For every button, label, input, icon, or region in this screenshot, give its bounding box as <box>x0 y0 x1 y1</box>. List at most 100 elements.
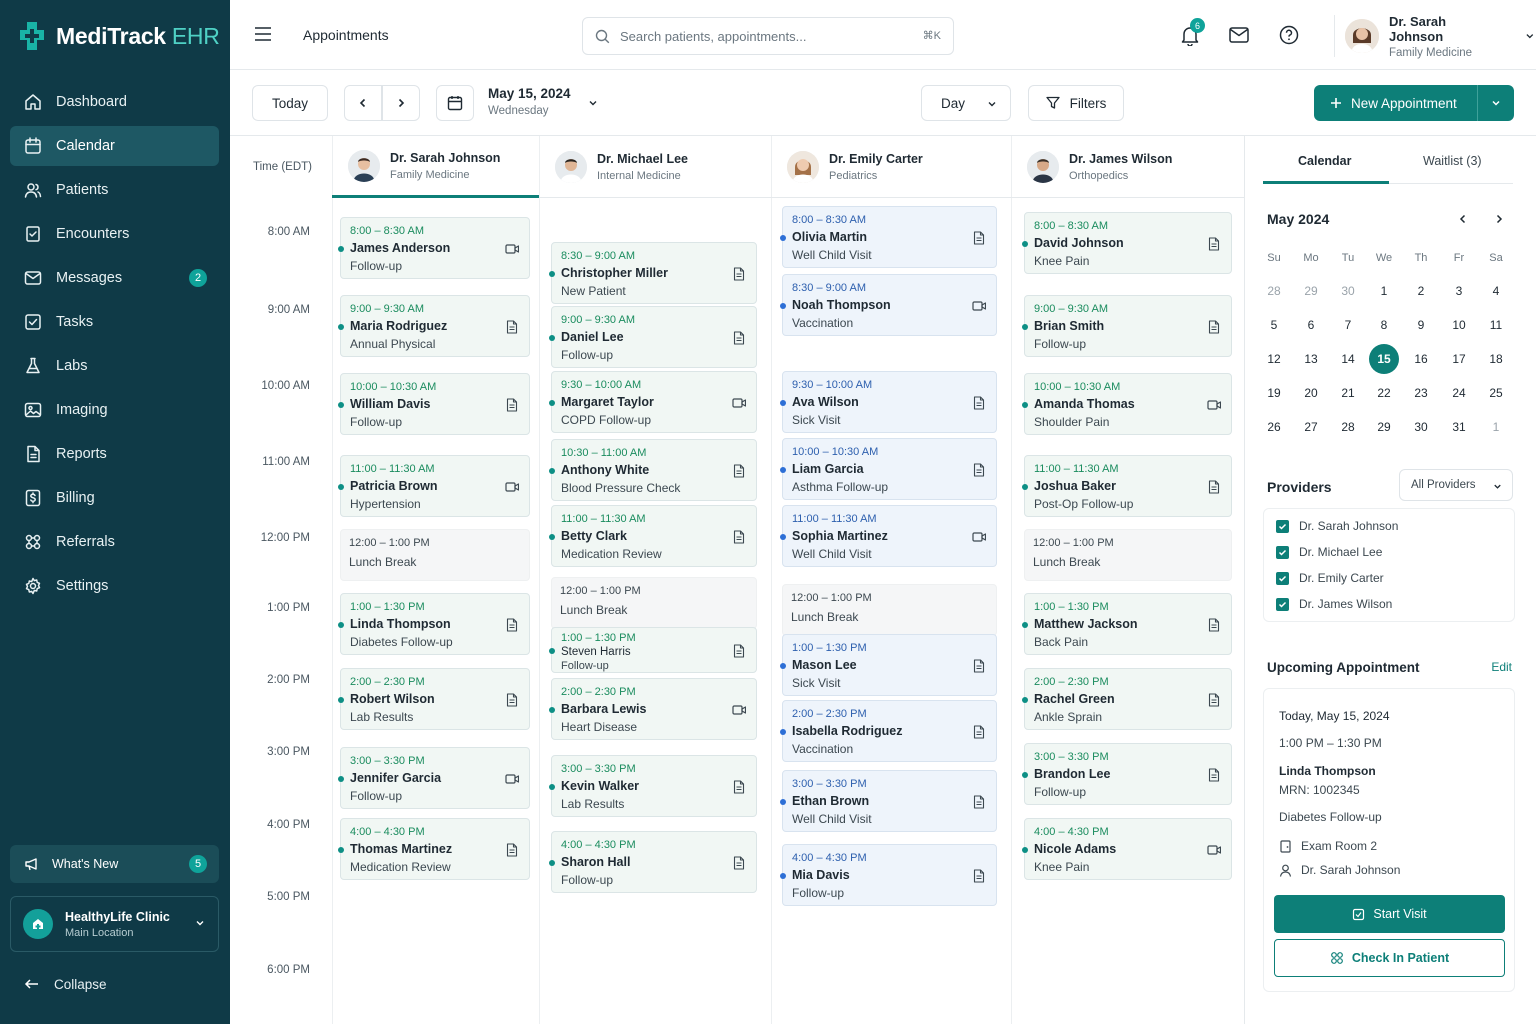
provider-header-dr-sarah-johnson[interactable]: Dr. Sarah Johnson Family Medicine <box>332 136 539 198</box>
appointment-card[interactable]: 3:00 – 3:30 PM Brandon Lee Follow-up <box>1022 743 1232 805</box>
appointment-card[interactable]: 9:00 – 9:30 AM Maria Rodriguez Annual Phys… <box>338 295 530 357</box>
mini-calendar-day[interactable]: 25 <box>1481 378 1511 408</box>
video-icon[interactable] <box>505 480 519 494</box>
appointment-card[interactable]: 8:00 – 8:30 AM Olivia Martin Well Child Vi… <box>780 206 997 268</box>
search-box[interactable]: ⌘K <box>582 17 954 55</box>
appointment-card[interactable]: 11:00 – 11:30 AM Patricia Brown Hypertensi… <box>338 455 530 517</box>
appointment-card[interactable]: 11:00 – 11:30 AM Sophia Martinez Well Chil… <box>780 505 997 567</box>
provider-checkbox[interactable] <box>1276 519 1289 533</box>
chevron-left-icon[interactable] <box>1457 213 1469 225</box>
video-icon[interactable] <box>1207 843 1221 857</box>
mini-calendar-day[interactable]: 12 <box>1259 344 1289 374</box>
help-icon[interactable] <box>1279 25 1299 45</box>
sidebar-item-dashboard[interactable]: Dashboard <box>10 82 219 122</box>
provider-header-dr-michael-lee[interactable]: Dr. Michael Lee Internal Medicine <box>539 136 771 198</box>
menu-icon[interactable] <box>254 26 272 42</box>
provider-header-dr-james-wilson[interactable]: Dr. James Wilson Orthopedics <box>1011 136 1244 198</box>
document-icon[interactable] <box>505 320 519 334</box>
mini-calendar-day[interactable]: 19 <box>1259 378 1289 408</box>
filters-button[interactable]: Filters <box>1028 85 1124 121</box>
appointment-card[interactable]: 8:00 – 8:30 AM David Johnson Knee Pain <box>1022 212 1232 274</box>
video-icon[interactable] <box>505 772 519 786</box>
mini-calendar-day[interactable]: 31 <box>1444 412 1474 442</box>
start-visit-button[interactable]: Start Visit <box>1274 895 1505 933</box>
search-input[interactable] <box>620 28 900 44</box>
next-day-button[interactable] <box>382 85 420 121</box>
document-icon[interactable] <box>505 843 519 857</box>
document-icon[interactable] <box>732 780 746 794</box>
appointment-card[interactable]: 8:00 – 8:30 AM James Anderson Follow-up <box>338 217 530 279</box>
collapse-button[interactable]: Collapse <box>24 976 107 992</box>
appointment-card[interactable]: 9:30 – 10:00 AM Ava Wilson Sick Visit <box>780 371 997 433</box>
mini-calendar-day[interactable]: 8 <box>1369 310 1399 340</box>
upcoming-edit-link[interactable]: Edit <box>1491 660 1512 674</box>
sidebar-item-patients[interactable]: Patients <box>10 170 219 210</box>
sidebar-item-tasks[interactable]: Tasks <box>10 302 219 342</box>
video-icon[interactable] <box>732 396 746 410</box>
mini-calendar-day[interactable]: 22 <box>1369 378 1399 408</box>
mini-calendar-day[interactable]: 24 <box>1444 378 1474 408</box>
provider-checkbox[interactable] <box>1276 545 1289 559</box>
video-icon[interactable] <box>972 299 986 313</box>
provider-checkbox-row[interactable]: Dr. James Wilson <box>1276 597 1392 611</box>
mini-calendar-day[interactable]: 16 <box>1406 344 1436 374</box>
mini-calendar-day[interactable]: 18 <box>1481 344 1511 374</box>
mini-calendar-day[interactable]: 29 <box>1296 276 1326 306</box>
appointment-card[interactable]: 2:00 – 2:30 PM Isabella Rodriguez Vaccinat… <box>780 700 997 762</box>
mini-calendar-day[interactable]: 13 <box>1296 344 1326 374</box>
view-select[interactable]: Day <box>921 85 1011 121</box>
providers-filter-select[interactable]: All Providers <box>1399 469 1513 501</box>
appointment-card[interactable]: 1:00 – 1:30 PM Mason Lee Sick Visit <box>780 634 997 696</box>
provider-checkbox-row[interactable]: Dr. Sarah Johnson <box>1276 519 1398 533</box>
chevron-right-icon[interactable] <box>1493 213 1505 225</box>
user-menu[interactable]: Dr. Sarah Johnson Family Medicine <box>1334 14 1536 59</box>
check-in-patient-button[interactable]: Check In Patient <box>1274 939 1505 977</box>
document-icon[interactable] <box>505 398 519 412</box>
appointment-card[interactable]: 3:00 – 3:30 PM Jennifer Garcia Follow-up <box>338 747 530 809</box>
document-icon[interactable] <box>972 463 986 477</box>
document-icon[interactable] <box>972 659 986 673</box>
mini-calendar-day[interactable]: 6 <box>1296 310 1326 340</box>
date-picker-button[interactable] <box>436 85 474 121</box>
mail-icon[interactable] <box>1229 27 1249 43</box>
appointment-card[interactable]: 10:00 – 10:30 AM William Davis Follow-up <box>338 373 530 435</box>
sidebar-item-referrals[interactable]: Referrals <box>10 522 219 562</box>
prev-day-button[interactable] <box>344 85 382 121</box>
appointment-card[interactable]: 2:00 – 2:30 PM Rachel Green Ankle Sprain <box>1022 668 1232 730</box>
document-icon[interactable] <box>732 267 746 281</box>
mini-calendar-day[interactable]: 30 <box>1333 276 1363 306</box>
sidebar-item-settings[interactable]: Settings <box>10 566 219 606</box>
mini-calendar-day[interactable]: 5 <box>1259 310 1289 340</box>
document-icon[interactable] <box>1207 618 1221 632</box>
appointment-card[interactable]: 4:00 – 4:30 PM Thomas Martinez Medication … <box>338 818 530 880</box>
document-icon[interactable] <box>732 530 746 544</box>
appointment-card[interactable]: 3:00 – 3:30 PM Kevin Walker Lab Results <box>549 755 757 817</box>
mini-calendar-day[interactable]: 4 <box>1481 276 1511 306</box>
mini-calendar-day[interactable]: 23 <box>1406 378 1436 408</box>
whats-new-button[interactable]: What's New 5 <box>10 845 219 883</box>
mini-calendar-day[interactable]: 17 <box>1444 344 1474 374</box>
appointment-card[interactable]: 2:00 – 2:30 PM Robert Wilson Lab Results <box>338 668 530 730</box>
document-icon[interactable] <box>505 618 519 632</box>
upcoming-patient[interactable]: Linda Thompson <box>1279 764 1376 778</box>
appointment-card[interactable]: 8:30 – 9:00 AM Noah Thompson Vaccination <box>780 274 997 336</box>
sidebar-item-reports[interactable]: Reports <box>10 434 219 474</box>
document-icon[interactable] <box>732 644 746 658</box>
document-icon[interactable] <box>1207 237 1221 251</box>
document-icon[interactable] <box>732 856 746 870</box>
document-icon[interactable] <box>732 464 746 478</box>
sidebar-item-billing[interactable]: Billing <box>10 478 219 518</box>
provider-checkbox[interactable] <box>1276 571 1289 585</box>
new-appointment-dropdown[interactable] <box>1478 97 1514 109</box>
video-icon[interactable] <box>972 530 986 544</box>
date-display[interactable]: May 15, 2024 Wednesday <box>488 86 571 117</box>
video-icon[interactable] <box>505 242 519 256</box>
appointment-card[interactable]: 9:00 – 9:30 AM Daniel Lee Follow-up <box>549 306 757 368</box>
tab-calendar[interactable]: Calendar <box>1298 154 1352 168</box>
appointment-card[interactable]: 10:00 – 10:30 AM Liam Garcia Asthma Follow… <box>780 438 997 500</box>
appointment-card[interactable]: 9:00 – 9:30 AM Brian Smith Follow-up <box>1022 295 1232 357</box>
mini-calendar-day[interactable]: 1 <box>1369 276 1399 306</box>
mini-calendar-day[interactable]: 3 <box>1444 276 1474 306</box>
mini-calendar-day[interactable]: 29 <box>1369 412 1399 442</box>
app-logo[interactable]: MediTrack EHR <box>18 20 220 52</box>
